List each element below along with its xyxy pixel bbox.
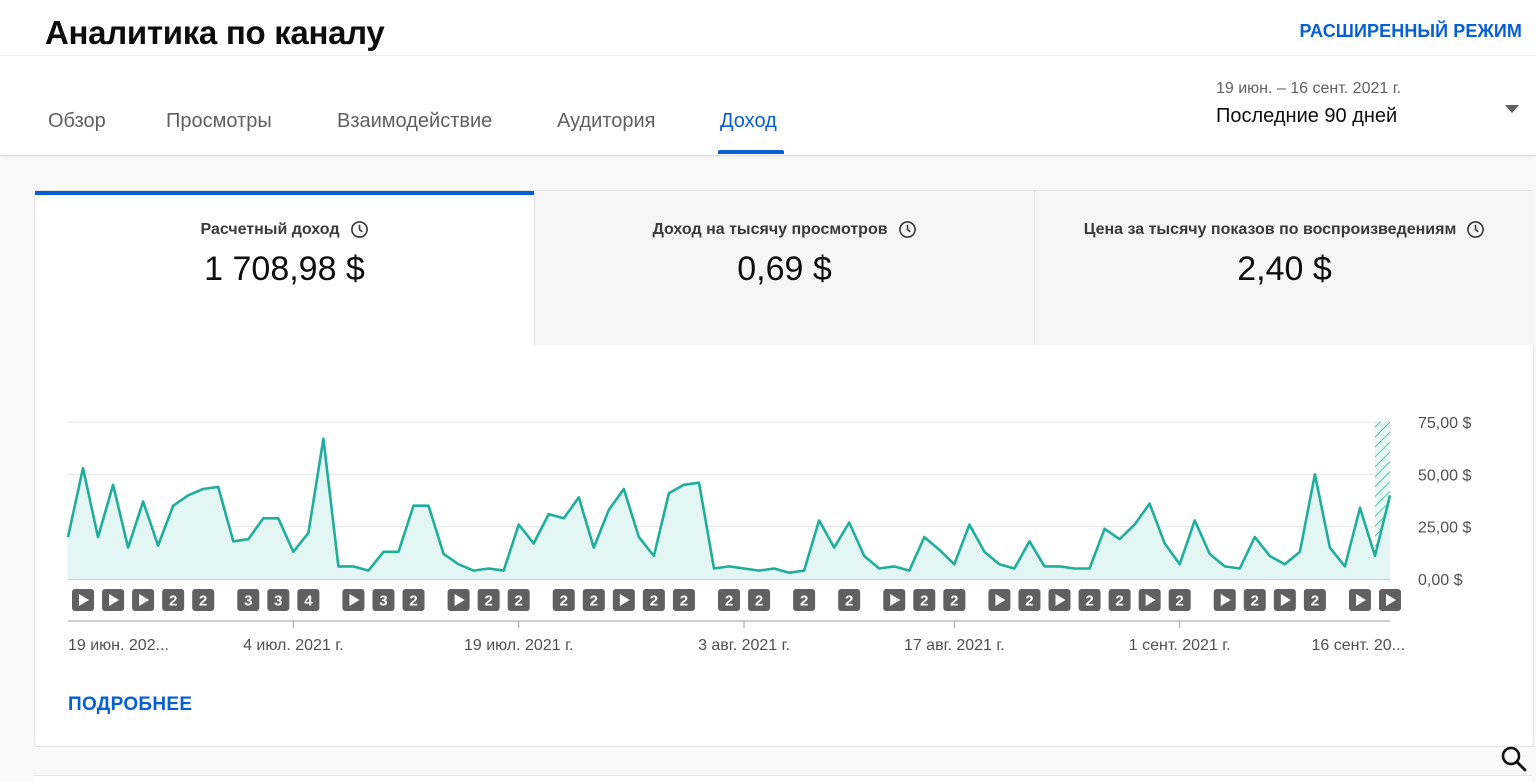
video-marker-play-icon[interactable] xyxy=(1348,589,1371,611)
video-marker-count[interactable]: 2 xyxy=(1078,589,1101,611)
x-tick-label: 17 авг. 2021 г. xyxy=(904,637,1005,654)
video-count-label: 2 xyxy=(950,593,958,610)
video-marker-count[interactable]: 2 xyxy=(1168,589,1191,611)
x-tick-label: 4 июл. 2021 г. xyxy=(243,637,344,654)
video-marker-count[interactable]: 2 xyxy=(582,589,605,611)
video-marker-play-icon[interactable] xyxy=(1048,589,1071,611)
video-count-label: 3 xyxy=(379,593,387,610)
video-marker-count[interactable]: 2 xyxy=(943,589,966,611)
more-details-link[interactable]: ПОДРОБНЕЕ xyxy=(68,694,192,716)
video-marker-play-icon[interactable] xyxy=(988,589,1011,611)
video-count-label: 2 xyxy=(1115,593,1123,610)
video-count-label: 3 xyxy=(274,593,282,610)
video-count-label: 2 xyxy=(650,593,658,610)
video-marker-play-icon[interactable] xyxy=(1213,589,1236,611)
video-count-label: 2 xyxy=(1085,593,1093,610)
x-tick-label: 3 авг. 2021 г. xyxy=(698,637,790,654)
video-marker-count[interactable]: 2 xyxy=(718,589,740,611)
video-count-label: 2 xyxy=(755,593,763,610)
video-marker-play-icon[interactable] xyxy=(883,589,906,611)
video-marker-count[interactable]: 2 xyxy=(507,589,530,611)
video-count-label: 2 xyxy=(920,593,928,610)
video-count-label: 2 xyxy=(725,593,733,610)
video-marker-count[interactable]: 2 xyxy=(793,589,816,611)
video-count-label: 2 xyxy=(515,593,523,610)
video-marker-count[interactable]: 2 xyxy=(1243,589,1266,611)
video-marker-play-icon[interactable] xyxy=(132,589,155,611)
video-marker-play-icon[interactable] xyxy=(1273,589,1296,611)
y-tick-label: 50,00 $ xyxy=(1418,467,1471,484)
video-marker-count[interactable]: 2 xyxy=(1303,589,1326,611)
video-count-label: 2 xyxy=(1251,593,1259,610)
chart-area-fill xyxy=(68,438,1390,579)
video-marker-count[interactable]: 2 xyxy=(477,589,500,611)
video-marker-play-icon[interactable] xyxy=(612,589,635,611)
video-marker-play-icon[interactable] xyxy=(447,589,470,611)
video-count-label: 2 xyxy=(800,593,808,610)
video-marker-play-icon[interactable] xyxy=(342,589,365,611)
video-count-label: 2 xyxy=(680,593,688,610)
y-tick-label: 75,00 $ xyxy=(1418,415,1471,432)
video-marker-count[interactable]: 2 xyxy=(162,589,185,611)
video-marker-count[interactable]: 2 xyxy=(748,589,771,611)
video-count-label: 2 xyxy=(199,593,207,610)
video-count-label: 2 xyxy=(590,593,598,610)
video-marker-count[interactable]: 2 xyxy=(1108,589,1131,611)
search-icon[interactable] xyxy=(1500,745,1528,778)
video-marker-count[interactable]: 3 xyxy=(372,589,395,611)
video-count-label: 3 xyxy=(244,593,252,610)
video-count-label: 2 xyxy=(560,593,568,610)
video-marker-count[interactable]: 2 xyxy=(402,589,425,611)
video-count-label: 2 xyxy=(845,593,853,610)
video-marker-count[interactable]: 2 xyxy=(1018,589,1041,611)
video-count-label: 4 xyxy=(304,593,313,610)
x-tick-label: 19 июл. 2021 г. xyxy=(464,637,573,654)
video-marker-count[interactable]: 3 xyxy=(237,589,260,611)
video-count-label: 2 xyxy=(169,593,177,610)
x-tick-label: 19 июн. 202... xyxy=(68,637,169,654)
video-marker-play-icon[interactable] xyxy=(102,589,125,611)
video-marker-count[interactable]: 2 xyxy=(552,589,575,611)
x-tick-label: 16 сент. 20... xyxy=(1311,637,1405,654)
video-marker-play-icon[interactable] xyxy=(72,589,95,611)
video-marker-count[interactable]: 3 xyxy=(267,589,290,611)
video-marker-count[interactable]: 2 xyxy=(913,589,936,611)
video-marker-play-icon[interactable] xyxy=(1138,589,1161,611)
video-marker-play-icon[interactable] xyxy=(1379,589,1401,611)
video-marker-count[interactable]: 4 xyxy=(297,589,320,611)
video-count-label: 2 xyxy=(409,593,417,610)
x-tick-label: 1 сент. 2021 г. xyxy=(1129,637,1231,654)
video-marker-count[interactable]: 2 xyxy=(838,589,861,611)
y-tick-label: 25,00 $ xyxy=(1418,520,1471,537)
revenue-chart[interactable]: 75,00 $ 50,00 $ 25,00 $ 0,00 $ 19 июн. 202.… xyxy=(0,0,1536,781)
video-marker-count[interactable]: 2 xyxy=(672,589,695,611)
y-tick-label: 0,00 $ xyxy=(1418,572,1463,589)
video-count-label: 2 xyxy=(484,593,492,610)
video-count-label: 2 xyxy=(1311,593,1319,610)
video-marker-count[interactable]: 2 xyxy=(192,589,215,611)
video-count-label: 2 xyxy=(1176,593,1184,610)
video-marker-count[interactable]: 2 xyxy=(642,589,665,611)
video-count-label: 2 xyxy=(1025,593,1033,610)
